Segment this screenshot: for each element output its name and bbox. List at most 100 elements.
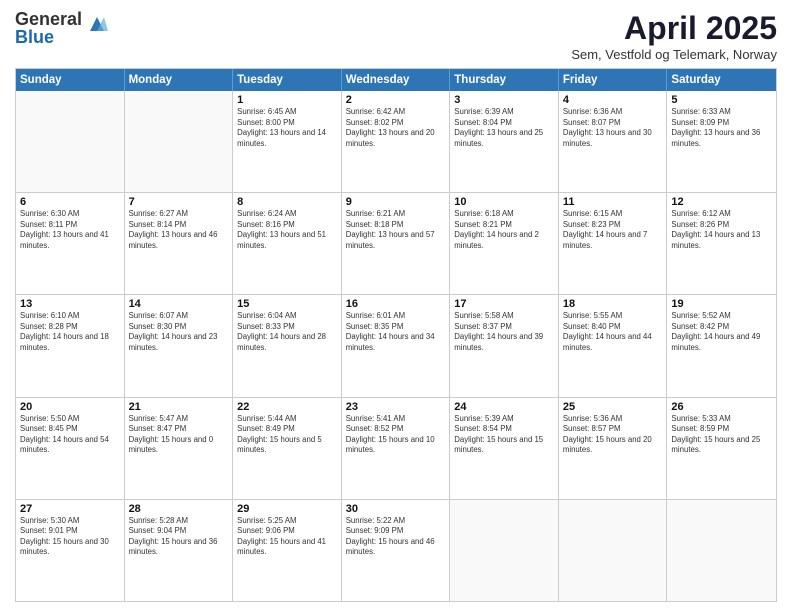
calendar-cell-0-1	[125, 91, 234, 192]
calendar-cell-3-3: 23Sunrise: 5:41 AM Sunset: 8:52 PM Dayli…	[342, 398, 451, 499]
day-info: Sunrise: 6:04 AM Sunset: 8:33 PM Dayligh…	[237, 311, 337, 353]
calendar-cell-4-6	[667, 500, 776, 601]
day-info: Sunrise: 6:07 AM Sunset: 8:30 PM Dayligh…	[129, 311, 229, 353]
calendar-cell-1-5: 11Sunrise: 6:15 AM Sunset: 8:23 PM Dayli…	[559, 193, 668, 294]
calendar-cell-1-0: 6Sunrise: 6:30 AM Sunset: 8:11 PM Daylig…	[16, 193, 125, 294]
logo: General Blue	[15, 10, 108, 46]
day-info: Sunrise: 5:41 AM Sunset: 8:52 PM Dayligh…	[346, 414, 446, 456]
day-number: 28	[129, 503, 229, 515]
calendar-cell-0-4: 3Sunrise: 6:39 AM Sunset: 8:04 PM Daylig…	[450, 91, 559, 192]
day-number: 14	[129, 298, 229, 310]
day-number: 2	[346, 94, 446, 106]
day-info: Sunrise: 6:15 AM Sunset: 8:23 PM Dayligh…	[563, 209, 663, 251]
day-number: 10	[454, 196, 554, 208]
calendar-cell-1-2: 8Sunrise: 6:24 AM Sunset: 8:16 PM Daylig…	[233, 193, 342, 294]
calendar-cell-0-5: 4Sunrise: 6:36 AM Sunset: 8:07 PM Daylig…	[559, 91, 668, 192]
calendar-cell-0-3: 2Sunrise: 6:42 AM Sunset: 8:02 PM Daylig…	[342, 91, 451, 192]
day-info: Sunrise: 6:27 AM Sunset: 8:14 PM Dayligh…	[129, 209, 229, 251]
day-number: 26	[671, 401, 772, 413]
day-number: 15	[237, 298, 337, 310]
calendar-row-0: 1Sunrise: 6:45 AM Sunset: 8:00 PM Daylig…	[16, 91, 776, 192]
day-info: Sunrise: 5:58 AM Sunset: 8:37 PM Dayligh…	[454, 311, 554, 353]
logo-icon	[86, 13, 108, 35]
day-number: 6	[20, 196, 120, 208]
day-info: Sunrise: 6:21 AM Sunset: 8:18 PM Dayligh…	[346, 209, 446, 251]
logo-blue: Blue	[15, 28, 82, 46]
calendar-cell-2-6: 19Sunrise: 5:52 AM Sunset: 8:42 PM Dayli…	[667, 295, 776, 396]
day-info: Sunrise: 6:01 AM Sunset: 8:35 PM Dayligh…	[346, 311, 446, 353]
header-day-monday: Monday	[125, 69, 234, 91]
main-title: April 2025	[571, 10, 777, 47]
calendar-cell-1-3: 9Sunrise: 6:21 AM Sunset: 8:18 PM Daylig…	[342, 193, 451, 294]
day-info: Sunrise: 6:36 AM Sunset: 8:07 PM Dayligh…	[563, 107, 663, 149]
day-info: Sunrise: 6:42 AM Sunset: 8:02 PM Dayligh…	[346, 107, 446, 149]
header-day-thursday: Thursday	[450, 69, 559, 91]
calendar-cell-2-2: 15Sunrise: 6:04 AM Sunset: 8:33 PM Dayli…	[233, 295, 342, 396]
day-number: 3	[454, 94, 554, 106]
header-day-sunday: Sunday	[16, 69, 125, 91]
calendar-cell-4-3: 30Sunrise: 5:22 AM Sunset: 9:09 PM Dayli…	[342, 500, 451, 601]
day-info: Sunrise: 5:52 AM Sunset: 8:42 PM Dayligh…	[671, 311, 772, 353]
calendar-cell-4-4	[450, 500, 559, 601]
day-number: 16	[346, 298, 446, 310]
calendar-cell-2-5: 18Sunrise: 5:55 AM Sunset: 8:40 PM Dayli…	[559, 295, 668, 396]
day-number: 17	[454, 298, 554, 310]
header-day-wednesday: Wednesday	[342, 69, 451, 91]
logo-general: General	[15, 10, 82, 28]
day-info: Sunrise: 6:39 AM Sunset: 8:04 PM Dayligh…	[454, 107, 554, 149]
calendar-cell-3-2: 22Sunrise: 5:44 AM Sunset: 8:49 PM Dayli…	[233, 398, 342, 499]
day-info: Sunrise: 5:50 AM Sunset: 8:45 PM Dayligh…	[20, 414, 120, 456]
day-info: Sunrise: 5:36 AM Sunset: 8:57 PM Dayligh…	[563, 414, 663, 456]
calendar: SundayMondayTuesdayWednesdayThursdayFrid…	[15, 68, 777, 602]
day-info: Sunrise: 5:55 AM Sunset: 8:40 PM Dayligh…	[563, 311, 663, 353]
calendar-cell-3-0: 20Sunrise: 5:50 AM Sunset: 8:45 PM Dayli…	[16, 398, 125, 499]
day-info: Sunrise: 5:44 AM Sunset: 8:49 PM Dayligh…	[237, 414, 337, 456]
day-number: 21	[129, 401, 229, 413]
day-info: Sunrise: 5:28 AM Sunset: 9:04 PM Dayligh…	[129, 516, 229, 558]
day-info: Sunrise: 5:30 AM Sunset: 9:01 PM Dayligh…	[20, 516, 120, 558]
calendar-row-3: 20Sunrise: 5:50 AM Sunset: 8:45 PM Dayli…	[16, 397, 776, 499]
day-info: Sunrise: 6:18 AM Sunset: 8:21 PM Dayligh…	[454, 209, 554, 251]
day-info: Sunrise: 6:33 AM Sunset: 8:09 PM Dayligh…	[671, 107, 772, 149]
day-number: 19	[671, 298, 772, 310]
calendar-cell-2-3: 16Sunrise: 6:01 AM Sunset: 8:35 PM Dayli…	[342, 295, 451, 396]
day-number: 12	[671, 196, 772, 208]
calendar-row-1: 6Sunrise: 6:30 AM Sunset: 8:11 PM Daylig…	[16, 192, 776, 294]
day-number: 11	[563, 196, 663, 208]
calendar-cell-4-5	[559, 500, 668, 601]
calendar-cell-3-5: 25Sunrise: 5:36 AM Sunset: 8:57 PM Dayli…	[559, 398, 668, 499]
day-number: 25	[563, 401, 663, 413]
page: General Blue April 2025 Sem, Vestfold og…	[0, 0, 792, 612]
calendar-cell-1-6: 12Sunrise: 6:12 AM Sunset: 8:26 PM Dayli…	[667, 193, 776, 294]
calendar-cell-0-2: 1Sunrise: 6:45 AM Sunset: 8:00 PM Daylig…	[233, 91, 342, 192]
calendar-cell-4-0: 27Sunrise: 5:30 AM Sunset: 9:01 PM Dayli…	[16, 500, 125, 601]
day-info: Sunrise: 6:12 AM Sunset: 8:26 PM Dayligh…	[671, 209, 772, 251]
calendar-cell-3-6: 26Sunrise: 5:33 AM Sunset: 8:59 PM Dayli…	[667, 398, 776, 499]
title-block: April 2025 Sem, Vestfold og Telemark, No…	[571, 10, 777, 62]
calendar-cell-0-0	[16, 91, 125, 192]
calendar-row-2: 13Sunrise: 6:10 AM Sunset: 8:28 PM Dayli…	[16, 294, 776, 396]
day-number: 4	[563, 94, 663, 106]
header: General Blue April 2025 Sem, Vestfold og…	[15, 10, 777, 62]
day-info: Sunrise: 5:47 AM Sunset: 8:47 PM Dayligh…	[129, 414, 229, 456]
day-info: Sunrise: 5:39 AM Sunset: 8:54 PM Dayligh…	[454, 414, 554, 456]
calendar-cell-4-1: 28Sunrise: 5:28 AM Sunset: 9:04 PM Dayli…	[125, 500, 234, 601]
day-number: 20	[20, 401, 120, 413]
day-info: Sunrise: 6:10 AM Sunset: 8:28 PM Dayligh…	[20, 311, 120, 353]
day-info: Sunrise: 5:25 AM Sunset: 9:06 PM Dayligh…	[237, 516, 337, 558]
calendar-header: SundayMondayTuesdayWednesdayThursdayFrid…	[16, 69, 776, 91]
day-number: 7	[129, 196, 229, 208]
day-info: Sunrise: 6:30 AM Sunset: 8:11 PM Dayligh…	[20, 209, 120, 251]
calendar-row-4: 27Sunrise: 5:30 AM Sunset: 9:01 PM Dayli…	[16, 499, 776, 601]
day-info: Sunrise: 5:22 AM Sunset: 9:09 PM Dayligh…	[346, 516, 446, 558]
calendar-cell-2-4: 17Sunrise: 5:58 AM Sunset: 8:37 PM Dayli…	[450, 295, 559, 396]
day-info: Sunrise: 5:33 AM Sunset: 8:59 PM Dayligh…	[671, 414, 772, 456]
day-info: Sunrise: 6:45 AM Sunset: 8:00 PM Dayligh…	[237, 107, 337, 149]
day-number: 22	[237, 401, 337, 413]
day-number: 5	[671, 94, 772, 106]
subtitle: Sem, Vestfold og Telemark, Norway	[571, 47, 777, 62]
header-day-tuesday: Tuesday	[233, 69, 342, 91]
day-number: 13	[20, 298, 120, 310]
day-number: 23	[346, 401, 446, 413]
calendar-cell-3-1: 21Sunrise: 5:47 AM Sunset: 8:47 PM Dayli…	[125, 398, 234, 499]
